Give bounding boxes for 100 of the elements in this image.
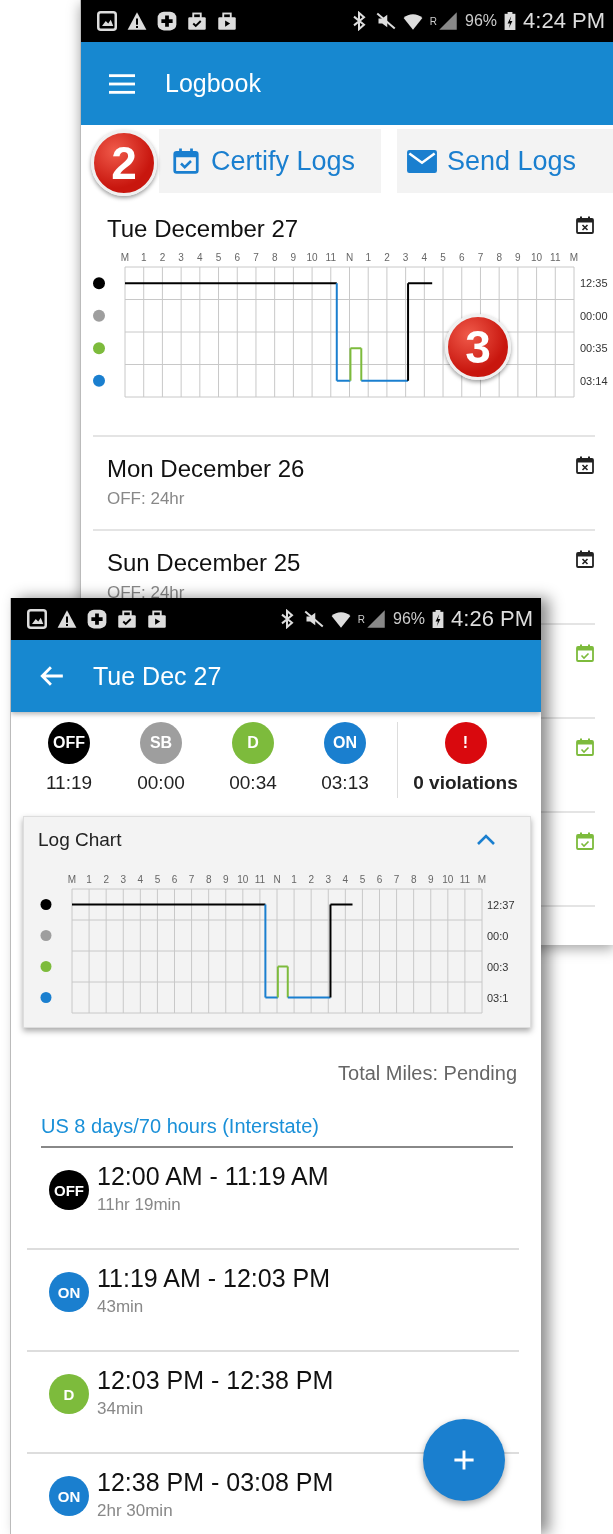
briefcase-play-icon [217, 11, 237, 31]
add-button[interactable] [423, 1419, 505, 1501]
event-time-range: 12:38 PM - 03:08 PM [97, 1468, 334, 1497]
status-total: 03:13 [321, 772, 369, 794]
battery-charging-icon [432, 609, 445, 629]
hour-label: 8 [271, 252, 278, 263]
hour-label: 8 [496, 252, 502, 263]
calendar-check-icon[interactable] [575, 643, 595, 663]
event-duration: 43min [97, 1297, 145, 1317]
hour-label: 6 [376, 874, 383, 885]
status-dot-icon [93, 374, 105, 387]
chevron-icon[interactable] [476, 834, 496, 846]
lane-total: 00:00 [580, 309, 608, 322]
status-dot-icon [93, 309, 105, 322]
calendar-check-icon[interactable] [575, 831, 595, 851]
day-title[interactable]: Mon December 26 [107, 455, 305, 483]
plus-icon [452, 1448, 476, 1472]
hour-label: 2 [384, 252, 390, 263]
certify-logs-button[interactable]: Certify Logs [159, 129, 381, 193]
screen-title: Tue Dec 27 [93, 661, 222, 691]
hour-label: M [569, 252, 579, 263]
hour-label: 3 [402, 252, 409, 263]
lane-total: 00:0 [487, 929, 509, 942]
hour-label: 5 [154, 874, 161, 885]
hour-label: 10 [237, 874, 249, 885]
hour-label: 11 [254, 874, 266, 885]
day-summary: OFF: 24hr [107, 583, 186, 603]
lane-total: 00:3 [487, 960, 509, 973]
hour-label: M [477, 874, 487, 885]
medical-cross-icon [157, 11, 177, 31]
day-title[interactable]: Sun December 25 [107, 549, 301, 577]
roaming-indicator: R [429, 16, 438, 27]
hour-label: M [120, 252, 130, 263]
hour-label: 1 [86, 874, 92, 885]
hour-label: 11 [325, 252, 336, 263]
clock: 4:24 PM [523, 8, 605, 34]
hour-label: 3 [325, 874, 332, 885]
status-dot-icon [40, 961, 52, 972]
callout-badge: 2 [91, 130, 157, 196]
image-icon [97, 11, 117, 31]
signal-icon [366, 609, 387, 629]
status-badge: ON [49, 1272, 89, 1312]
lane-total: 03:1 [487, 991, 509, 1004]
calendar-x-icon[interactable] [575, 215, 595, 235]
menu-icon[interactable] [109, 73, 135, 94]
hour-label: M [67, 874, 77, 885]
hour-label: 3 [178, 252, 184, 263]
battery-percent: 96% [465, 12, 498, 30]
hour-label: 4 [342, 874, 349, 885]
hour-label: 10 [442, 874, 454, 885]
status-badge: OFF [48, 722, 90, 764]
warning-icon [127, 11, 147, 31]
log-event-row[interactable]: ON 11:19 AM - 12:03 PM 43min [27, 1250, 519, 1352]
calendar-x-icon[interactable] [575, 549, 595, 569]
day-title[interactable]: Tue December 27 [107, 215, 299, 243]
card-title: Log Chart [38, 829, 122, 851]
hour-label: 6 [458, 252, 465, 263]
hour-label: 11 [459, 874, 471, 885]
hour-label: 8 [410, 874, 417, 885]
hour-label: 7 [188, 874, 195, 885]
hour-label: 6 [171, 874, 178, 885]
hour-label: 5 [215, 252, 222, 263]
battery-percent: 96% [393, 610, 426, 628]
warning-icon [57, 609, 77, 629]
status-badge: D [232, 722, 274, 764]
violation-badge: ! [444, 722, 487, 764]
status-dot-icon [93, 277, 105, 290]
event-duration: 2hr 30min [97, 1501, 174, 1521]
hour-label: 9 [427, 874, 434, 885]
event-time-range: 12:03 PM - 12:38 PM [97, 1366, 334, 1395]
calendar-check-icon[interactable] [575, 737, 595, 757]
hour-label: 4 [137, 874, 144, 885]
callout-badge: 3 [445, 314, 511, 380]
hour-label: 10 [531, 252, 543, 263]
briefcase-play-icon [147, 609, 167, 629]
day-summary: OFF: 24hr [107, 489, 186, 509]
image-icon [27, 609, 47, 629]
hour-label: 9 [222, 874, 229, 885]
hour-label: 2 [103, 874, 109, 885]
calendar-x-icon[interactable] [575, 455, 595, 475]
hour-label: 2 [308, 874, 314, 885]
hour-label: 11 [550, 252, 561, 263]
status-badge: ON [49, 1476, 89, 1516]
lane-total: 12:35 [580, 277, 608, 290]
status-total: 00:00 [137, 772, 185, 794]
event-time-range: 11:19 AM - 12:03 PM [97, 1264, 330, 1293]
status-badge: SB [140, 722, 182, 764]
send-logs-button[interactable]: Send Logs [397, 129, 613, 193]
hour-label: 8 [205, 874, 212, 885]
event-duration: 11hr 19min [97, 1195, 182, 1215]
lane-total: 12:37 [487, 898, 515, 911]
event-duration: 34min [97, 1399, 145, 1419]
envelope-icon [407, 149, 437, 173]
battery-charging-icon [504, 11, 517, 31]
status-dot-icon [40, 899, 52, 910]
mute-icon [303, 609, 324, 629]
mute-icon [375, 11, 396, 31]
status-dot-icon [40, 930, 52, 941]
log-event-row[interactable]: OFF 12:00 AM - 11:19 AM 11hr 19min [27, 1148, 519, 1250]
hour-label: 3 [120, 874, 127, 885]
